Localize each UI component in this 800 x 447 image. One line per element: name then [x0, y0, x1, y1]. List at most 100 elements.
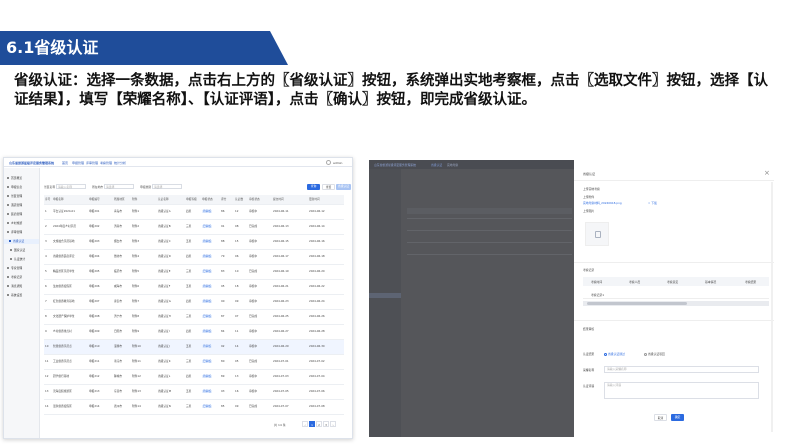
sidebar-item[interactable]: 消息通知: [7, 284, 22, 289]
image-thumbnail[interactable]: [585, 222, 609, 246]
user-name[interactable]: admin: [333, 161, 342, 165]
table-row[interactable]: 13 滨海度假旅游区 申报213 东营市 附件13 省级认证M 五星 待审核 93 16 审核中 20…: [44, 384, 344, 400]
comment-textarea[interactable]: 请输入评语: [604, 382, 759, 399]
table-row[interactable]: 考察记录1: [583, 290, 769, 299]
table-cell[interactable]: 省级认证I: [157, 324, 185, 340]
table-row[interactable]: 2 2024年度乡村示范 申报202 济南市 附件2 省级认证B 三星 已审核 91 08 已完成 2…: [44, 219, 344, 235]
table-row[interactable]: 11 工业旅游示范点 申报211 枣庄市 附件11 省级认证K 三星 已审核 80 05 已完成 20…: [44, 354, 344, 370]
table-cell[interactable]: 省级认证M: [157, 384, 185, 400]
honor-name-input[interactable]: 请输入荣耀名称: [604, 366, 759, 373]
table-row[interactable]: 8 文化遗产保护单位 申报208 济宁市 附件8 省级认证H 三星 已审核 87 07 已完成 202…: [44, 309, 344, 325]
nav-item-home[interactable]: 首页: [62, 161, 68, 165]
table-cell: 申报214: [88, 399, 113, 415]
table-cell[interactable]: 附件12: [131, 369, 157, 385]
provincial-certify-button[interactable]: 省级认证: [336, 184, 351, 190]
table-row[interactable]: 7 红色旅游教育基地 申报207 泰安市 附件7 省级认证G 四星 待审核 90 09 审核中 202…: [44, 294, 344, 310]
avatar[interactable]: [326, 160, 331, 165]
nav-item-inspect[interactable]: 考察管理: [100, 161, 112, 165]
table-cell: 日照市: [113, 324, 131, 340]
table-cell[interactable]: 附件14: [131, 399, 157, 415]
tab-inspect[interactable]: 实地考察: [447, 163, 458, 167]
menu-icon: [10, 249, 12, 251]
sidebar-item[interactable]: 认证统计: [10, 257, 25, 262]
page-prev-button[interactable]: ‹: [302, 421, 308, 427]
table-cell[interactable]: 省级认证L: [157, 369, 185, 385]
confirm-button[interactable]: 确定: [671, 414, 684, 421]
nav-item-stats[interactable]: 统计分析: [114, 161, 126, 165]
table-cell[interactable]: 省级认证K: [157, 354, 185, 370]
table-row[interactable]: 1 平台认证2024-01 申报201 青岛市 附件1 省级认证A 四星 待审核 86 12 审核中…: [44, 204, 344, 220]
table-cell[interactable]: 省级认证B: [157, 219, 185, 235]
tab-certify[interactable]: 省级认证: [431, 163, 442, 167]
nav-item-review[interactable]: 评审管理: [86, 161, 98, 165]
table-cell[interactable]: 附件1: [131, 204, 157, 220]
page-button-2[interactable]: 2: [316, 421, 322, 427]
record-table-header: 考察时间 考察人员 考察意见 基本情况 考察结果: [583, 277, 769, 286]
drawer-scrollbar[interactable]: [771, 182, 773, 432]
file-name-link[interactable]: 实地考察材料_20240618.png: [583, 201, 622, 205]
table-cell[interactable]: 省级认证N: [157, 399, 185, 415]
horizontal-scrollbar[interactable]: [583, 301, 769, 306]
table-cell[interactable]: 省级认证C: [157, 234, 185, 250]
table-cell[interactable]: 附件11: [131, 354, 157, 370]
sidebar-item[interactable]: 考察记录: [7, 275, 22, 280]
page-next-button[interactable]: ›: [330, 421, 336, 427]
sidebar-item[interactable]: 系统设置: [7, 293, 22, 298]
table-cell[interactable]: 附件9: [131, 324, 157, 340]
table-cell[interactable]: 省级认证A: [157, 204, 185, 220]
table-cell: 三星: [185, 264, 201, 280]
sidebar-item[interactable]: 国家认证: [10, 248, 25, 253]
menu-icon: [7, 294, 9, 296]
table-cell[interactable]: 省级认证F: [157, 279, 185, 295]
sidebar-item[interactable]: 酒店管理: [7, 203, 22, 208]
table-row[interactable]: 9 乡村旅游重点村 申报209 日照市 附件9 省级认证I 四星 待审核 84 11 审核中 2024…: [44, 324, 344, 340]
table-cell[interactable]: 省级认证E: [157, 264, 185, 280]
table-cell[interactable]: 省级认证H: [157, 309, 185, 325]
table-cell: 四星: [185, 204, 201, 220]
table-cell[interactable]: 省级认证G: [157, 294, 185, 310]
table-row[interactable]: 6 生态旅游度假区 申报206 威海市 附件6 省级认证F 五星 待审核 95 18 审核中 2024…: [44, 279, 344, 295]
reset-button[interactable]: 重置: [322, 184, 335, 190]
table-cell: 92: [220, 339, 234, 355]
query-button[interactable]: 查询: [307, 184, 320, 190]
sidebar-item[interactable]: 首页概览: [7, 176, 22, 181]
table-row[interactable]: 14 温泉旅游度假区 申报214 德州市 附件14 省级认证N 三星 已审核 85 09 已完成 20…: [44, 399, 344, 415]
download-link[interactable]: ⇩ 下载: [648, 201, 657, 205]
sidebar-item-active[interactable]: 省级认证: [4, 239, 39, 244]
table-cell[interactable]: 附件4: [131, 249, 157, 265]
sidebar-item[interactable]: 民宿管理: [7, 212, 22, 217]
search-select-type[interactable]: 请选择: [152, 184, 182, 189]
table-cell[interactable]: 附件3: [131, 234, 157, 250]
table-cell[interactable]: 省级认证J: [157, 339, 185, 355]
cancel-button[interactable]: 取消: [654, 414, 667, 421]
page-button-1[interactable]: 1: [309, 421, 315, 427]
sidebar-item[interactable]: 评审管理: [7, 230, 22, 235]
search-input-name[interactable]: 请输入名称: [56, 184, 86, 189]
radio-checked-icon: [604, 352, 607, 356]
table-cell[interactable]: 附件5: [131, 264, 157, 280]
table-row[interactable]: 10 智慧旅游示范点 申报210 淄博市 附件10 省级认证J 五星 待审核 92 14 审核中 20…: [44, 339, 344, 355]
table-row[interactable]: 3 文旅融合示范基地 申报203 烟台市 附件3 省级认证C 五星 待审核 88 15 审核中 202…: [44, 234, 344, 250]
page-button-3[interactable]: 3: [323, 421, 329, 427]
scrollbar-thumb[interactable]: [587, 302, 687, 305]
table-cell[interactable]: 附件2: [131, 219, 157, 235]
radio-fail[interactable]: 省级认证驳回: [644, 352, 665, 356]
table-cell[interactable]: 省级认证D: [157, 249, 185, 265]
sidebar-item[interactable]: 景区管理: [7, 194, 22, 199]
close-icon[interactable]: ×: [764, 169, 770, 177]
table-cell[interactable]: 附件7: [131, 294, 157, 310]
nav-item-declare[interactable]: 申报管理: [72, 161, 84, 165]
sidebar-item[interactable]: 专家管理: [7, 266, 22, 271]
table-row[interactable]: 12 研学旅行基地 申报212 聊城市 附件12 省级认证L 四星 待审核 89 13 审核中 202…: [44, 369, 344, 385]
radio-pass[interactable]: 省级认证通过: [604, 352, 625, 356]
sidebar-item[interactable]: 申报信息: [7, 185, 22, 190]
search-select-city[interactable]: 请选择: [104, 184, 134, 189]
table-cell[interactable]: 附件13: [131, 384, 157, 400]
table-cell[interactable]: 附件10: [131, 339, 157, 355]
sidebar-item[interactable]: 乡村旅游: [7, 221, 22, 226]
table-cell[interactable]: 附件6: [131, 279, 157, 295]
table-cell[interactable]: 附件8: [131, 309, 157, 325]
table-row[interactable]: 5 精品景区示范单位 申报205 临沂市 附件5 省级认证E 三星 已审核 83 10 已完成 202…: [44, 264, 344, 280]
table-row[interactable]: 4 省级旅游民宿评定 申报204 潍坊市 附件4 省级认证D 四星 待审核 79 06 审核中 202…: [44, 249, 344, 265]
table-cell: 11: [234, 324, 248, 340]
